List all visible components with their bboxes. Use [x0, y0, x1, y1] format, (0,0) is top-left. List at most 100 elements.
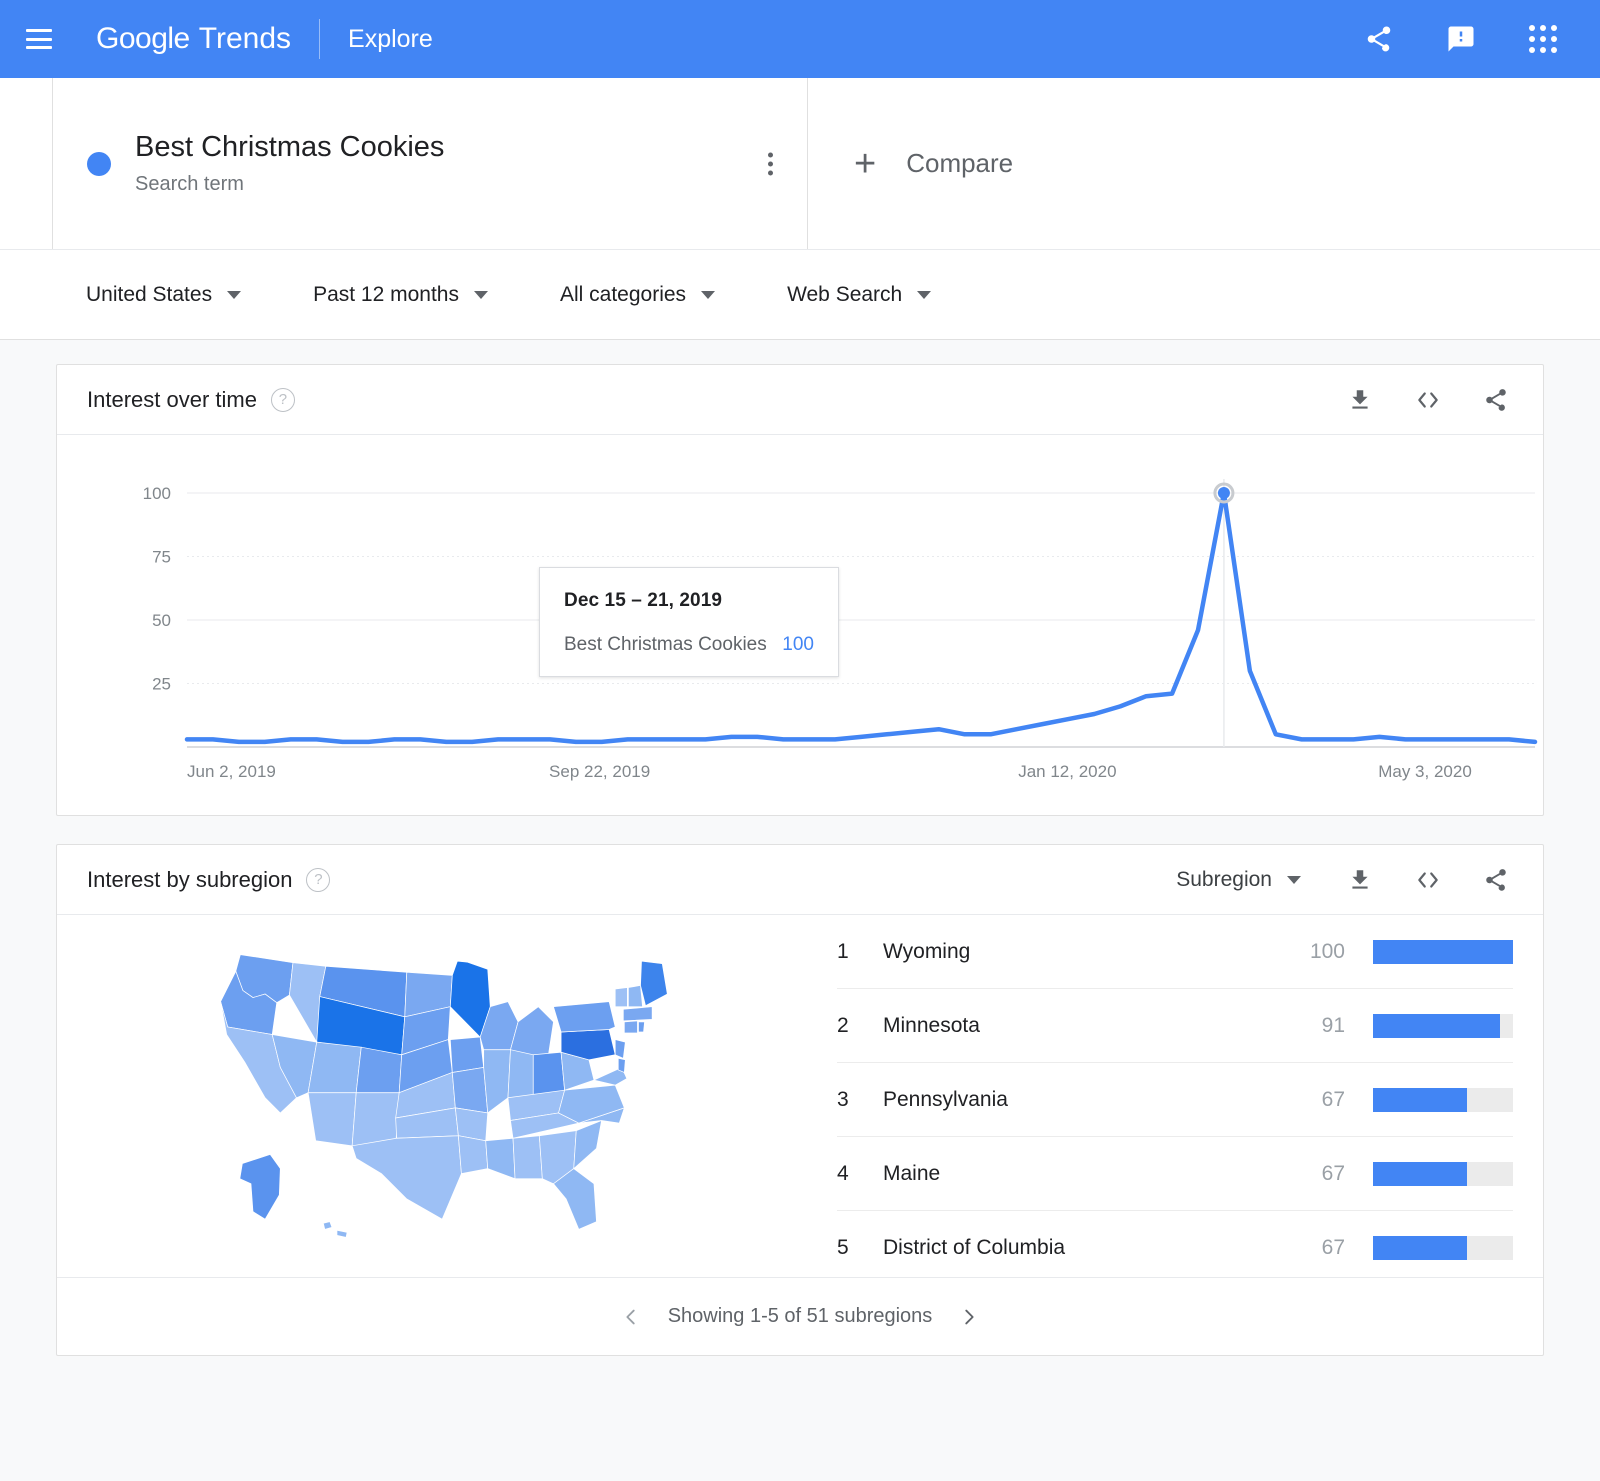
row-bar-track: [1373, 1161, 1513, 1186]
search-term-row: Best Christmas Cookies Search term + Com…: [0, 78, 1600, 250]
brand-google-label: Google: [96, 22, 190, 55]
state-AL: [512, 1135, 543, 1180]
state-IL: [483, 1049, 511, 1114]
filter-bar: United States Past 12 months All categor…: [0, 250, 1600, 340]
table-row[interactable]: 3 Pennsylvania 67: [837, 1063, 1513, 1137]
table-row[interactable]: 5 District of Columbia 67: [837, 1211, 1513, 1285]
row-name: Wyoming: [883, 939, 971, 963]
google-trends-explore-page: Google Trends Explore Best Christmas Coo…: [0, 0, 1600, 1481]
state-HI2: [336, 1229, 348, 1238]
row-value: 100: [1309, 939, 1345, 963]
interest-over-time-title: Interest over time: [87, 386, 257, 412]
chevron-down-icon: [227, 290, 242, 299]
subregion-select[interactable]: Subregion: [1176, 868, 1301, 892]
time-range-filter[interactable]: Past 12 months: [313, 283, 488, 307]
download-icon[interactable]: [1343, 863, 1377, 897]
share-icon[interactable]: [1362, 22, 1396, 56]
row-value: 91: [1321, 1013, 1345, 1037]
location-filter-label: United States: [86, 282, 213, 306]
state-ME: [640, 960, 668, 1007]
state-NH: [628, 985, 643, 1008]
state-IN: [507, 1049, 534, 1099]
interest-by-subregion-actions: Subregion: [1176, 863, 1513, 897]
state-AZ: [307, 1092, 357, 1147]
explore-section-label[interactable]: Explore: [348, 25, 433, 54]
interest-over-time-card: Interest over time ? 25 50 75 100 Jun 2,…: [56, 364, 1544, 816]
hamburger-menu-icon[interactable]: [26, 29, 52, 49]
row-value: 67: [1321, 1161, 1345, 1185]
share-icon[interactable]: [1479, 863, 1513, 897]
subregion-pagination: Showing 1-5 of 51 subregions: [57, 1277, 1543, 1355]
location-filter[interactable]: United States: [86, 282, 242, 307]
table-row[interactable]: 1 Wyoming 100: [837, 915, 1513, 989]
search-term-title: Best Christmas Cookies: [135, 131, 445, 164]
state-SC: [573, 1119, 603, 1170]
state-AK: [239, 1154, 281, 1220]
feedback-icon[interactable]: [1444, 22, 1478, 56]
series-color-dot: [87, 151, 111, 176]
google-apps-icon[interactable]: [1526, 22, 1560, 56]
interest-over-time-header: Interest over time ?: [57, 365, 1543, 435]
search-term-subtitle: Search term: [135, 172, 244, 195]
state-CT: [623, 1020, 638, 1034]
time-range-filter-label: Past 12 months: [313, 282, 459, 306]
state-UT: [307, 1041, 362, 1094]
state-NY: [553, 1001, 616, 1033]
interest-by-subregion-header: Interest by subregion ? Subregion: [57, 845, 1543, 915]
table-row[interactable]: 4 Maine 67: [837, 1137, 1513, 1211]
chevron-down-icon: [701, 290, 716, 299]
chevron-right-icon[interactable]: [958, 1306, 980, 1328]
row-bar-track: [1373, 1013, 1513, 1038]
chevron-down-icon: [917, 290, 932, 299]
state-VT: [614, 987, 628, 1008]
chevron-left-icon[interactable]: [620, 1306, 642, 1328]
row-name: Pennsylvania: [883, 1087, 1008, 1111]
add-comparison-button[interactable]: + Compare: [808, 78, 1600, 249]
tooltip-date: Dec 15 – 21, 2019: [564, 590, 723, 611]
brand-logo[interactable]: Google Trends: [96, 22, 291, 56]
state-MS: [485, 1137, 516, 1180]
help-icon[interactable]: ?: [306, 867, 331, 892]
interest-over-time-actions: [1343, 383, 1513, 417]
row-bar-track: [1373, 939, 1513, 964]
category-filter[interactable]: All categories: [560, 283, 716, 307]
search-type-filter[interactable]: Web Search: [787, 283, 932, 307]
row-name: District of Columbia: [883, 1236, 1066, 1259]
download-icon[interactable]: [1343, 383, 1377, 417]
content-area: Interest over time ? 25 50 75 100 Jun 2,…: [0, 340, 1600, 1481]
chevron-down-icon: [1287, 875, 1301, 884]
help-icon[interactable]: ?: [270, 387, 295, 412]
us-choropleth-map[interactable]: [57, 915, 837, 1277]
table-row[interactable]: 2 Minnesota 91: [837, 989, 1513, 1063]
app-bar: Google Trends Explore: [0, 0, 1600, 78]
row-rank: 4: [837, 1161, 849, 1185]
row-rank: 2: [837, 1013, 849, 1037]
svg-text:Sep 22, 2019: Sep 22, 2019: [549, 762, 650, 781]
more-options-icon[interactable]: [762, 146, 779, 181]
row-rank: 1: [837, 939, 849, 963]
us-map-svg[interactable]: [187, 946, 707, 1246]
state-CO: [355, 1046, 403, 1094]
state-HI: [322, 1221, 333, 1230]
share-icon[interactable]: [1479, 383, 1513, 417]
row-value: 67: [1321, 1236, 1345, 1259]
svg-text:75: 75: [152, 548, 171, 567]
chart-tooltip: Dec 15 – 21, 2019 Best Christmas Cookies…: [539, 567, 839, 677]
embed-code-icon[interactable]: [1411, 863, 1445, 897]
svg-text:100: 100: [143, 484, 171, 503]
interest-over-time-chart[interactable]: 25 50 75 100 Jun 2, 2019 Sep 22, 2019 Jan 12, …: [57, 435, 1543, 815]
row-bar-track: [1373, 1236, 1513, 1260]
state-MO: [451, 1067, 489, 1114]
state-NJ: [614, 1039, 626, 1059]
search-term-card[interactable]: Best Christmas Cookies Search term: [52, 78, 808, 249]
subregion-select-label: Subregion: [1176, 867, 1272, 891]
state-LA: [457, 1135, 489, 1175]
tooltip-series-name: Best Christmas Cookies: [564, 634, 767, 655]
row-rank: 3: [837, 1087, 849, 1111]
embed-code-icon[interactable]: [1411, 383, 1445, 417]
interest-by-subregion-title: Interest by subregion: [87, 866, 293, 892]
state-NM: [351, 1092, 400, 1147]
state-MA: [622, 1006, 653, 1022]
subregion-list: 1 Wyoming 100 2 Minnesota 91 3 Pennsylva…: [837, 915, 1543, 1277]
state-IA: [449, 1036, 485, 1073]
